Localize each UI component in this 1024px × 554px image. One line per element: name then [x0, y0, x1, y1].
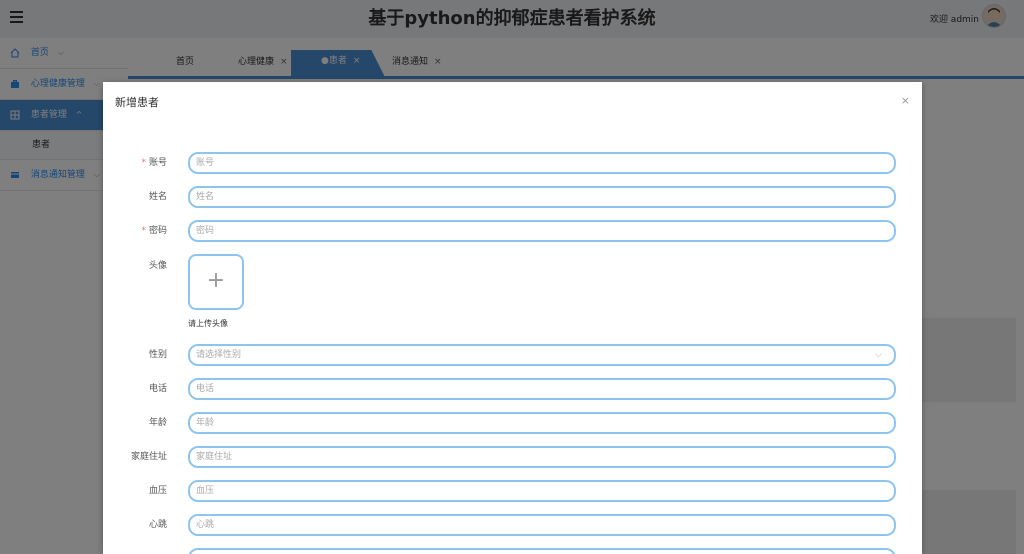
required-mark: *	[141, 226, 146, 236]
field-label: 性别	[148, 350, 167, 360]
add-patient-dialog: 新增患者 × * 账号 账号 姓名 姓名 * 密码 密码 头像 + 请上传头像 性别…	[103, 82, 922, 554]
field-label: 家庭住址	[130, 452, 167, 462]
field-label: 心跳	[148, 520, 167, 530]
field-label: 姓名	[148, 192, 167, 202]
field-label: 头像	[148, 261, 167, 271]
field-label: 电话	[148, 384, 167, 394]
close-icon[interactable]: ×	[901, 94, 910, 107]
upload-hint: 请上传头像	[188, 319, 228, 328]
field-label: * 账号	[141, 158, 167, 168]
form-row-password: * 密码 密码	[103, 220, 922, 242]
phone-input[interactable]: 电话	[188, 378, 896, 400]
form-row-partial	[103, 548, 922, 554]
required-mark: *	[141, 158, 146, 168]
form-row-phone: 电话 电话	[103, 378, 922, 400]
form-row-account: * 账号 账号	[103, 152, 922, 174]
password-input[interactable]: 密码	[188, 220, 896, 242]
form-row-blood-pressure: 血压 血压	[103, 480, 922, 502]
name-input[interactable]: 姓名	[188, 186, 896, 208]
form-row-address: 家庭住址 家庭住址	[103, 446, 922, 468]
field-label: * 密码	[141, 226, 167, 236]
next-input[interactable]	[188, 548, 896, 554]
heartbeat-input[interactable]: 心跳	[188, 514, 896, 536]
avatar-upload[interactable]: +	[188, 254, 244, 310]
form-row-name: 姓名 姓名	[103, 186, 922, 208]
select-placeholder: 请选择性别	[196, 350, 242, 360]
gender-select[interactable]: 请选择性别 ⌵	[188, 344, 896, 366]
form-row-age: 年龄 年龄	[103, 412, 922, 434]
plus-icon: +	[206, 268, 226, 293]
blood-pressure-input[interactable]: 血压	[188, 480, 896, 502]
dialog-title: 新增患者	[115, 96, 159, 109]
age-input[interactable]: 年龄	[188, 412, 896, 434]
chevron-down-icon: ⌵	[875, 350, 882, 360]
account-input[interactable]: 账号	[188, 152, 896, 174]
address-input[interactable]: 家庭住址	[188, 446, 896, 468]
field-label: 年龄	[148, 418, 167, 428]
field-label: 血压	[148, 486, 167, 496]
form-row-heartbeat: 心跳 心跳	[103, 514, 922, 536]
form-row-gender: 性别 请选择性别 ⌵	[103, 344, 922, 366]
